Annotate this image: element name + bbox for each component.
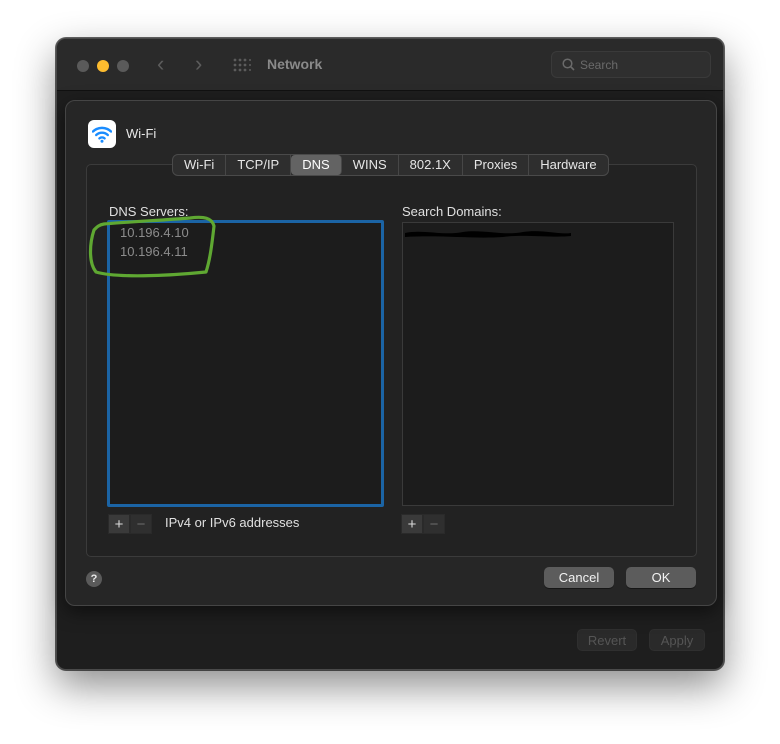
dns-servers-label: DNS Servers: [109,204,189,219]
tab-8021x[interactable]: 802.1X [399,155,463,175]
add-search-domain-button[interactable]: + [401,514,423,534]
grid-icon[interactable] [233,58,251,72]
wifi-service-icon [88,120,116,148]
tab-wifi[interactable]: Wi-Fi [173,155,227,175]
dns-hint-text: IPv4 or IPv6 addresses [165,515,300,530]
remove-search-domain-button[interactable]: − [423,514,445,534]
search-input[interactable] [580,56,704,74]
list-item[interactable]: 10.196.4.11 [120,244,188,259]
tab-bar: Wi-Fi TCP/IP DNS WINS 802.1X Proxies Har… [172,154,609,176]
search-icon [562,58,575,71]
service-name: Wi-Fi [126,126,157,141]
revert-button[interactable]: Revert [577,629,637,651]
dns-add-remove: + − [108,514,152,534]
remove-dns-button[interactable]: − [130,514,152,534]
wifi-icon [92,126,112,143]
list-item[interactable]: 10.196.4.10 [120,225,189,240]
advanced-settings-sheet: Wi-Fi Wi-Fi TCP/IP DNS WINS 802.1X Proxi… [65,100,717,606]
chevron-right-icon[interactable]: › [195,53,202,75]
search-field[interactable] [551,51,711,78]
cancel-button[interactable]: Cancel [544,567,614,588]
search-domains-label: Search Domains: [402,204,502,219]
tab-wins[interactable]: WINS [342,155,399,175]
tab-proxies[interactable]: Proxies [463,155,530,175]
zoom-button[interactable] [117,60,129,72]
redaction-mark [405,231,571,238]
title-bar: ‹ › Network [57,39,723,91]
tab-hardware[interactable]: Hardware [529,155,607,175]
apply-button[interactable]: Apply [649,629,705,651]
search-domains-list[interactable] [402,222,674,506]
close-button[interactable] [77,60,89,72]
minimize-button[interactable] [97,60,109,72]
search-domains-add-remove: + − [401,514,445,534]
dns-servers-list[interactable]: 10.196.4.10 10.196.4.11 [107,220,384,507]
tab-tcpip[interactable]: TCP/IP [226,155,292,175]
tab-dns[interactable]: DNS [291,155,342,175]
ok-button[interactable]: OK [626,567,696,588]
window-title: Network [267,56,323,72]
help-button[interactable]: ? [86,571,102,587]
chevron-left-icon[interactable]: ‹ [157,53,164,75]
add-dns-button[interactable]: + [108,514,130,534]
